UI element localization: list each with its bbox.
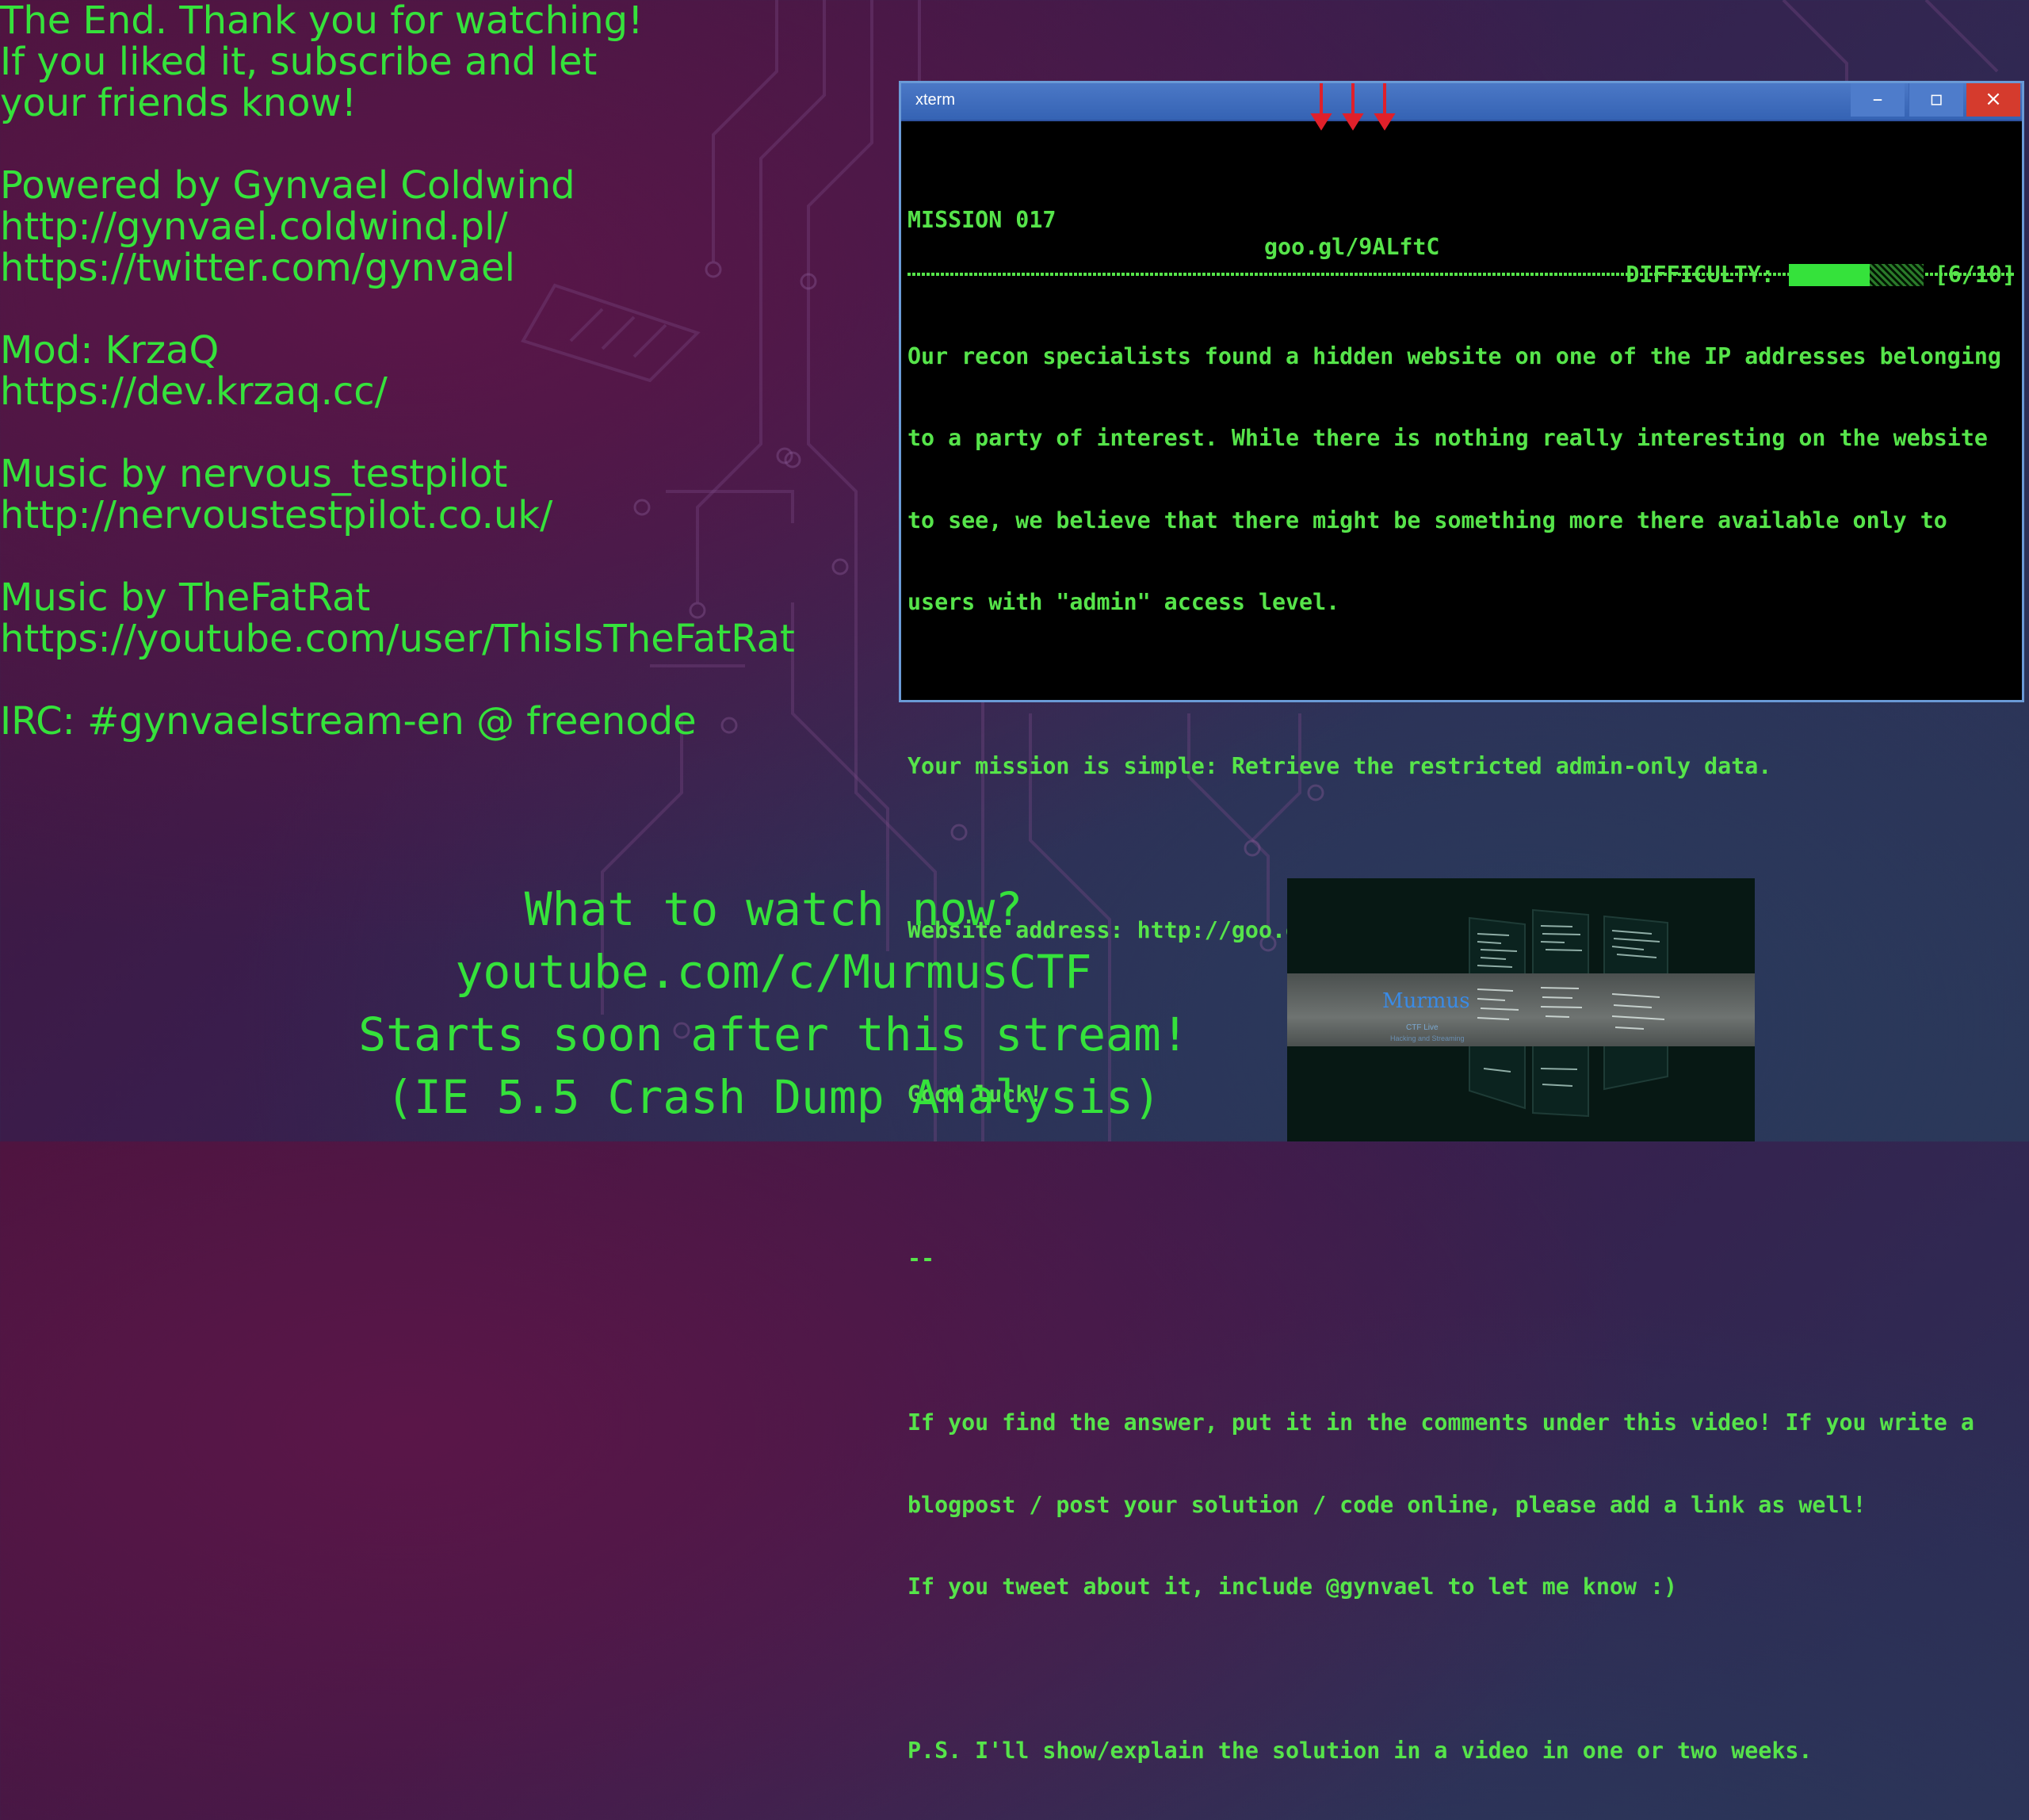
- credits-music-2-link[interactable]: https://youtube.com/user/ThisIsTheFatRat: [0, 618, 888, 660]
- watch-next-topic: (IE 5.5 Crash Dump Analysis): [386, 1070, 1161, 1124]
- terminal-line: If you find the answer, put it in the co…: [908, 1409, 1974, 1436]
- terminal-line: to see, we believe that there might be s…: [908, 507, 1947, 533]
- credits-thanks: The End. Thank you for watching!: [0, 0, 644, 43]
- mission-label: MISSION 017: [908, 206, 1057, 233]
- thumbnail-brand: Murmus: [1382, 989, 1470, 1013]
- difficulty-bar-fill: [1788, 263, 1870, 286]
- xterm-title: xterm: [915, 91, 955, 109]
- close-button[interactable]: ×: [1966, 83, 2020, 117]
- thumbnail-subtitle: CTF Live: [1406, 1023, 1439, 1032]
- next-video-thumbnail[interactable]: Murmus CTF Live Hacking and Streaming: [1287, 878, 1755, 1141]
- difficulty-value: [6/10]: [1934, 261, 2016, 288]
- mission-short-link[interactable]: goo.gl/9ALftC: [1264, 234, 1439, 262]
- credits-subscribe: If you liked it, subscribe and let: [0, 40, 598, 84]
- credits-panel: The End. Thank you for watching! If you …: [0, 0, 888, 742]
- credits-music-1-link[interactable]: http://nervoustestpilot.co.uk/: [0, 495, 888, 536]
- credits-blank: [0, 124, 888, 165]
- credits-blank: [0, 536, 888, 577]
- red-arrow-icons: [1310, 83, 1396, 131]
- code-screens-overlay: [1477, 987, 1665, 1030]
- terminal-line: users with "admin" access level.: [908, 589, 1340, 615]
- terminal-line: Our recon specialists found a hidden web…: [908, 342, 2001, 369]
- xterm-titlebar[interactable]: xterm – ▫ ×: [901, 83, 2022, 121]
- difficulty-label: DIFFICULTY:: [1626, 261, 1775, 288]
- terminal-line: If you tweet about it, include @gynvael …: [908, 1573, 1678, 1600]
- minimize-button[interactable]: –: [1851, 83, 1905, 117]
- thumbnail-tagline: Hacking and Streaming: [1390, 1034, 1465, 1042]
- credits-blank: [0, 289, 888, 330]
- difficulty-indicator: DIFFICULTY: [6/10]: [1626, 262, 2016, 289]
- difficulty-bar-remaining: [1869, 263, 1924, 286]
- credits-music-1: Music by nervous_testpilot: [0, 452, 508, 496]
- credits-irc: IRC: #gynvaelstream-en @ freenode: [0, 699, 697, 744]
- credits-friends: your friends know!: [0, 81, 357, 125]
- terminal-line: to a party of interest. While there is n…: [908, 425, 1988, 451]
- credits-gynvael-site-link[interactable]: http://gynvael.coldwind.pl/: [0, 206, 888, 247]
- difficulty-bar: [1788, 263, 1924, 286]
- terminal-line: --: [908, 1245, 935, 1271]
- credits-music-2: Music by TheFatRat: [0, 575, 371, 620]
- credits-mod: Mod: KrzaQ: [0, 328, 220, 373]
- watch-next-heading: What to watch now?: [524, 882, 1023, 936]
- terminal-line: Your mission is simple: Retrieve the res…: [908, 753, 1772, 779]
- watch-next-timing: Starts soon after this stream!: [358, 1008, 1189, 1061]
- credits-blank: [0, 412, 888, 453]
- maximize-button[interactable]: ▫: [1909, 83, 1963, 117]
- xterm-window[interactable]: xterm – ▫ × MISSION 017 goo.gl/9ALftC DI…: [899, 81, 2024, 1764]
- credits-powered-by: Powered by Gynvael Coldwind: [0, 163, 575, 208]
- terminal-line: blogpost / post your solution / code onl…: [908, 1491, 1867, 1518]
- terminal-line: P.S. I'll show/explain the solution in a…: [908, 1738, 1813, 1764]
- watch-next-panel: What to watch now? youtube.com/c/MurmusC…: [333, 878, 1214, 1129]
- watch-next-channel-link[interactable]: youtube.com/c/MurmusCTF: [333, 941, 1214, 1004]
- credits-blank: [0, 660, 888, 701]
- credits-twitter-link[interactable]: https://twitter.com/gynvael: [0, 247, 888, 289]
- mission-header: MISSION 017 goo.gl/9ALftC DIFFICULTY: [6/…: [908, 179, 2016, 288]
- credits-krzaq-link[interactable]: https://dev.krzaq.cc/: [0, 371, 888, 412]
